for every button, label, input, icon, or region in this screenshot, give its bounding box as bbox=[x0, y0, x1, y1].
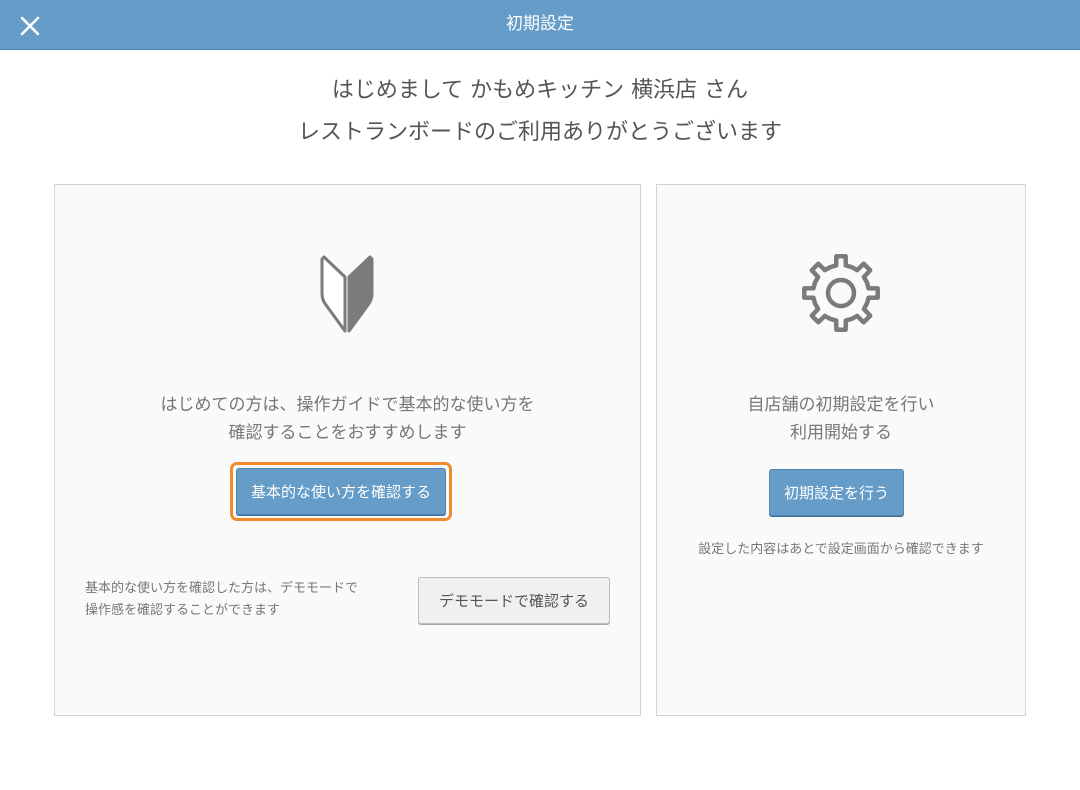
welcome-line-1: はじめまして かもめキッチン 横浜店 さん bbox=[331, 78, 749, 103]
demo-mode-button[interactable]: デモモードで確認する bbox=[418, 577, 610, 624]
beginner-mark-icon bbox=[320, 255, 374, 333]
top-bar: 初期設定 bbox=[0, 0, 1080, 50]
basic-guide-button[interactable]: 基本的な使い方を確認する bbox=[236, 468, 447, 515]
gear-icon bbox=[802, 254, 880, 332]
welcome-line-2: レストランボードのご利用ありがとうございます bbox=[297, 120, 782, 145]
guide-panel: はじめての方は、操作ガイドで基本的な使い方を 確認することをおすすめします 基本… bbox=[54, 184, 641, 716]
demo-note-line-2: 操作感を確認することができます bbox=[85, 603, 281, 618]
setup-desc-line-1: 自店舗の初期設定を行い bbox=[747, 395, 935, 415]
setup-panel: 自店舗の初期設定を行い 利用開始する 初期設定を行う 設定した内容はあとで設定画… bbox=[656, 184, 1026, 716]
guide-desc-line-2: 確認することをおすすめします bbox=[228, 423, 467, 443]
setup-desc-line-2: 利用開始する bbox=[790, 423, 892, 443]
start-setup-button[interactable]: 初期設定を行う bbox=[769, 469, 905, 516]
setup-description: 自店舗の初期設定を行い 利用開始する bbox=[657, 391, 1025, 447]
guide-description: はじめての方は、操作ガイドで基本的な使い方を 確認することをおすすめします bbox=[55, 391, 640, 447]
demo-mode-note: 基本的な使い方を確認した方は、デモモードで 操作感を確認することができます bbox=[85, 578, 395, 622]
welcome-message: はじめまして かもめキッチン 横浜店 さん レストランボードのご利用ありがとうご… bbox=[0, 70, 1080, 154]
demo-note-line-1: 基本的な使い方を確認した方は、デモモードで bbox=[85, 581, 359, 596]
setup-note: 設定した内容はあとで設定画面から確認できます bbox=[698, 542, 984, 557]
page-title: 初期設定 bbox=[506, 14, 574, 34]
guide-desc-line-1: はじめての方は、操作ガイドで基本的な使い方を bbox=[160, 395, 535, 415]
focus-ring: 基本的な使い方を確認する bbox=[230, 462, 453, 521]
